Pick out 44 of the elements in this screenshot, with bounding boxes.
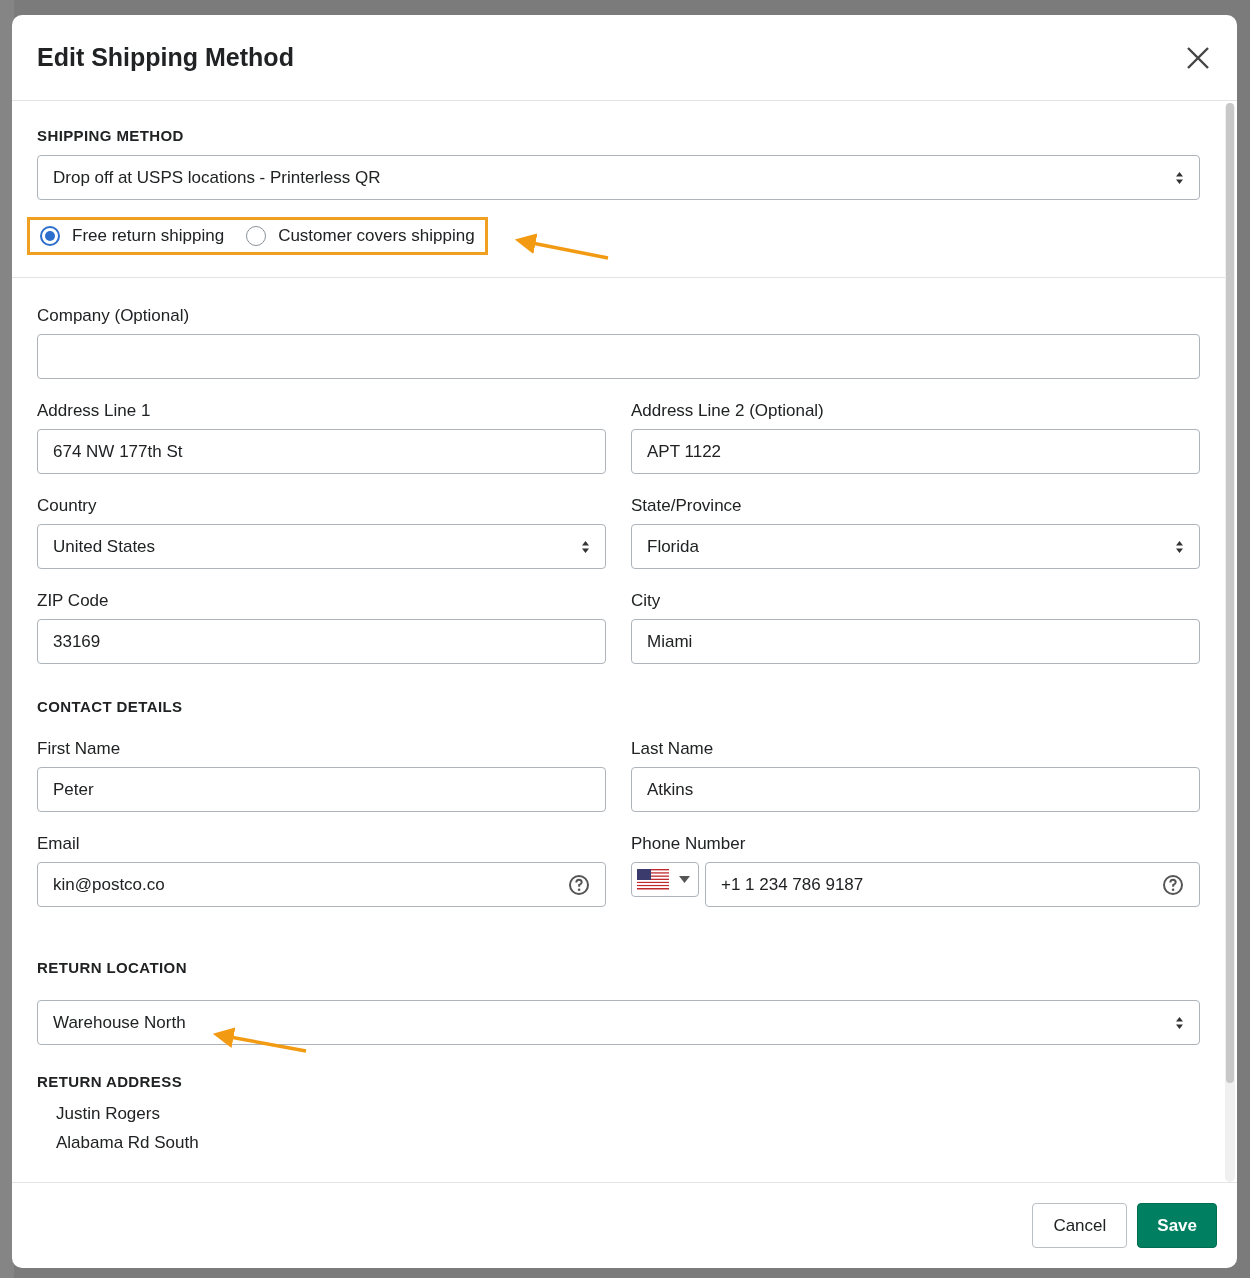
section-heading: RETURN ADDRESS	[37, 1073, 184, 1090]
input-field[interactable]: 674 NW 177th St	[37, 429, 606, 474]
select-arrows-icon	[581, 539, 590, 554]
field-label: Phone Number	[631, 834, 747, 854]
input-field[interactable]: Miami	[631, 619, 1200, 664]
address-line: Alabama Rd South	[55, 1133, 199, 1153]
flag-icon	[637, 868, 669, 891]
save-button[interactable]: Save	[1137, 1203, 1217, 1248]
section-heading: RETURN LOCATION	[37, 959, 188, 976]
section-heading: CONTACT DETAILS	[37, 698, 184, 715]
select-field[interactable]: United States	[37, 524, 606, 569]
select-field[interactable]: Drop off at USPS locations - Printerless QR	[37, 155, 1200, 200]
address-line: Justin Rogers	[55, 1104, 160, 1124]
radio-option[interactable]: Free return shipping	[40, 226, 225, 246]
field-label: Address Line 1	[37, 401, 152, 421]
field-label: First Name	[37, 739, 122, 759]
help-icon[interactable]	[1162, 873, 1184, 896]
select-field[interactable]: Warehouse North	[37, 1000, 1200, 1045]
radio-option[interactable]: Customer covers shipping	[246, 226, 475, 246]
input-field[interactable]: +1 1 234 786 9187	[705, 862, 1200, 907]
select-arrows-icon	[1175, 1015, 1184, 1030]
country-code-dropdown[interactable]	[631, 862, 699, 897]
field-label: Company (Optional)	[37, 306, 191, 326]
input-field[interactable]: Atkins	[631, 767, 1200, 812]
select-arrows-icon	[1175, 170, 1184, 185]
select-field[interactable]: Florida	[631, 524, 1200, 569]
input-field[interactable]: APT 1122	[631, 429, 1200, 474]
cancel-button[interactable]: Cancel	[1032, 1203, 1128, 1248]
caret-icon	[679, 876, 690, 883]
input-field[interactable]: kin@postco.co	[37, 862, 606, 907]
field-label: Country	[37, 496, 98, 516]
field-label: Address Line 2 (Optional)	[631, 401, 825, 421]
field-label: State/Province	[631, 496, 743, 516]
select-arrows-icon	[1175, 539, 1184, 554]
help-icon[interactable]	[568, 873, 590, 896]
section-heading: SHIPPING METHOD	[37, 127, 185, 144]
input-field[interactable]: 33169	[37, 619, 606, 664]
field-label: ZIP Code	[37, 591, 110, 611]
dialog-title: Edit Shipping Method	[37, 43, 294, 72]
input-field[interactable]: Peter	[37, 767, 606, 812]
field-label: City	[631, 591, 662, 611]
field-label: Email	[37, 834, 81, 854]
close-icon	[1187, 46, 1209, 69]
field-label: Last Name	[631, 739, 715, 759]
